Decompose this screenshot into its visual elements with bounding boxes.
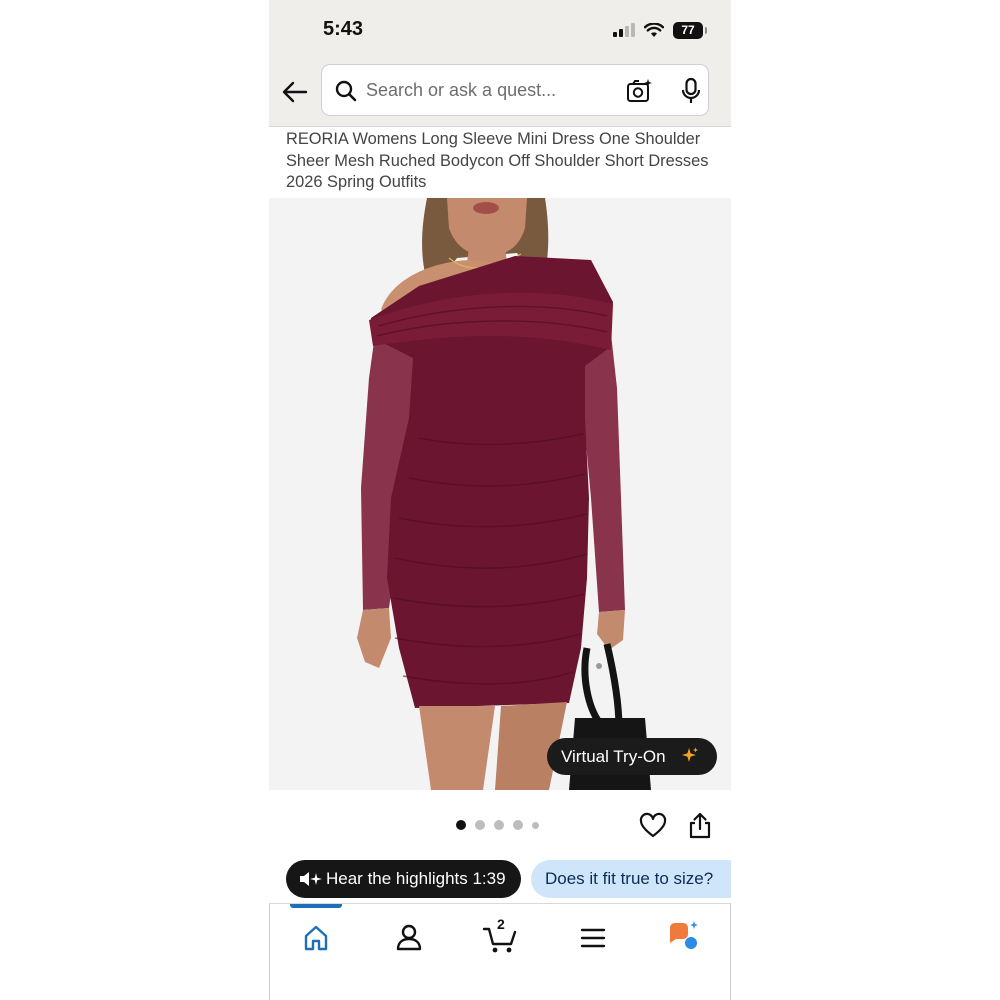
menu-icon[interactable] xyxy=(573,918,613,958)
fit-question-label: Does it fit true to size? xyxy=(545,869,714,888)
heart-icon[interactable] xyxy=(639,812,667,840)
cellular-signal-icon xyxy=(613,23,635,37)
top-header: 5:43 77 xyxy=(269,0,731,127)
search-input[interactable] xyxy=(366,75,616,105)
home-icon[interactable] xyxy=(296,918,336,958)
product-image[interactable] xyxy=(269,198,731,790)
status-icons: 77 xyxy=(613,20,707,40)
microphone-icon[interactable] xyxy=(678,77,704,105)
phone-screen: 5:43 77 Search or ask a quest... REORIA … xyxy=(269,0,731,1000)
back-arrow-icon[interactable] xyxy=(279,76,311,108)
account-icon[interactable] xyxy=(389,918,429,958)
camera-search-icon[interactable] xyxy=(626,77,654,105)
wifi-icon xyxy=(644,22,664,37)
hear-highlights-button[interactable]: Hear the highlights 1:39 xyxy=(286,860,521,898)
product-title[interactable]: REORIA Womens Long Sleeve Mini Dress One… xyxy=(286,129,726,194)
rufus-icon[interactable] xyxy=(664,918,704,958)
bottom-navigation: 2 xyxy=(269,903,731,1000)
virtual-try-on-button[interactable]: Virtual Try-On xyxy=(547,738,717,775)
active-tab-indicator xyxy=(290,904,342,908)
share-icon[interactable] xyxy=(687,811,713,839)
virtual-try-on-label: Virtual Try-On xyxy=(561,747,666,766)
carousel-dot[interactable] xyxy=(494,820,504,830)
battery-indicator: 77 xyxy=(673,21,707,39)
carousel-dot-active[interactable] xyxy=(456,820,466,830)
sparkle-icon xyxy=(682,747,698,762)
search-icon xyxy=(335,80,357,102)
hear-highlights-label: Hear the highlights 1:39 xyxy=(326,869,506,888)
speaker-sparkle-icon xyxy=(300,872,322,886)
carousel-dot[interactable] xyxy=(475,820,485,830)
carousel-dot[interactable] xyxy=(532,821,539,829)
cart-count: 2 xyxy=(497,916,505,932)
fit-question-chip[interactable]: Does it fit true to size? xyxy=(531,860,731,898)
carousel-dot[interactable] xyxy=(513,820,523,830)
cart-button[interactable]: 2 xyxy=(481,916,521,958)
search-bar[interactable] xyxy=(321,64,709,116)
image-carousel-dots[interactable] xyxy=(456,820,539,830)
dress-photo xyxy=(357,198,651,790)
status-time: 5:43 xyxy=(323,18,364,40)
